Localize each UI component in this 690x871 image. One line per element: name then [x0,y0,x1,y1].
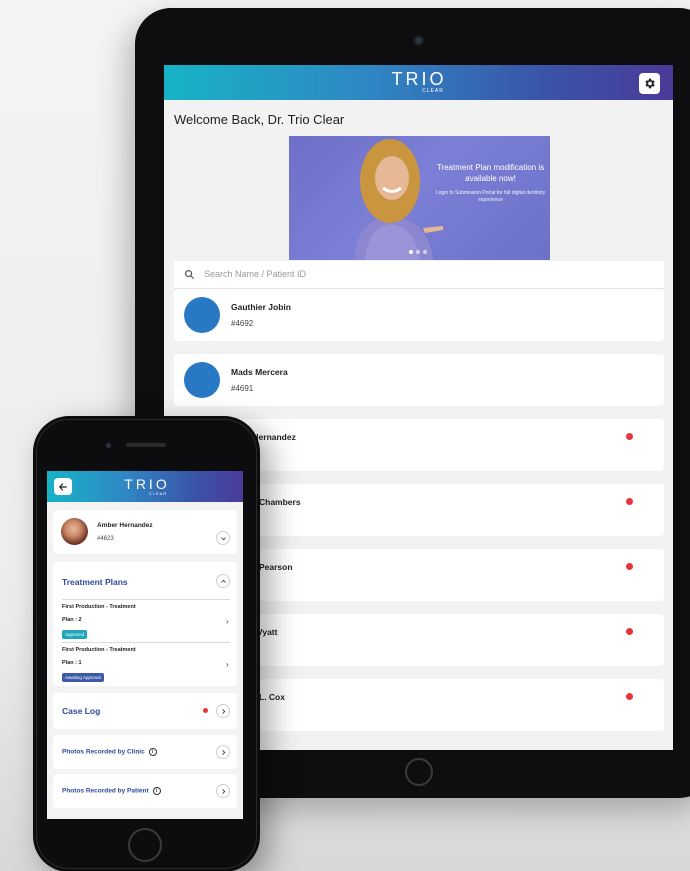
banner-photo-woman [355,139,443,260]
chevron-right-icon[interactable]: › [226,660,229,669]
alert-dot [626,628,633,635]
search-icon [185,270,195,280]
welcome-heading: Welcome Back, Dr. Trio Clear [174,112,345,127]
divider [62,599,230,600]
case-log-row[interactable]: Case Log [53,693,237,729]
settings-button[interactable] [639,73,660,94]
status-badge: Awaiting Approval [62,673,104,682]
divider [62,642,230,643]
phone-header: TRIO CLEAR [47,471,243,502]
carousel-dot[interactable] [409,250,413,254]
patient-name: Vyatt [257,627,278,637]
patient-card[interactable]: Mads Mercera #4691 [174,354,664,406]
phone-speaker [126,443,166,447]
patient-name: Chambers [259,497,301,507]
alert-dot [626,498,633,505]
patient-profile-card[interactable]: Amber Hernandez #4623 [53,510,237,554]
patient-card[interactable]: Gauthier Jobin #4692 [174,289,664,341]
tablet-header: TRIO CLEAR [164,65,673,100]
carousel-dot[interactable] [416,250,420,254]
phone-screen: TRIO CLEAR Amber Hernandez #4623 Treatme… [47,471,243,819]
open-patient-photos-button[interactable] [216,784,230,798]
tablet-home-button[interactable] [405,758,433,786]
arrow-left-icon [59,483,67,490]
tablet-camera [415,37,422,44]
treatment-plans-section: Treatment Plans First Production - Treat… [53,562,237,686]
avatar [184,297,220,333]
phone-camera [106,443,111,448]
alert-dot [203,708,208,713]
alert-dot [626,433,633,440]
photos-patient-row[interactable]: Photos Recorded by Patient i [53,774,237,808]
status-badge: Approved [62,630,88,639]
section-title: Photos Recorded by Patient i [62,787,161,795]
patient-name: Mads Mercera [231,367,288,377]
section-title: Case Log [62,706,101,716]
alert-dot [626,693,633,700]
chevron-right-icon [221,788,225,794]
phone-home-button[interactable] [128,828,162,862]
carousel-dot[interactable] [423,250,427,254]
carousel-dots[interactable] [409,250,427,254]
search-input[interactable]: Search Name / Patient ID [204,269,306,279]
chevron-right-icon [221,708,225,714]
collapse-plans-button[interactable] [216,574,230,588]
gear-icon [645,78,655,89]
info-icon[interactable]: i [148,748,157,756]
chevron-right-icon [221,749,225,755]
patient-name: Pearson [259,562,293,572]
section-title: Treatment Plans [62,577,128,587]
patient-id: #4691 [231,384,254,393]
patient-name: L. Cox [259,692,285,702]
chevron-right-icon[interactable]: › [226,617,229,626]
back-button[interactable] [54,478,72,495]
expand-profile-button[interactable] [216,531,230,545]
section-title: Photos Recorded by Clinic i [62,748,157,756]
patient-name: Gauthier Jobin [231,302,291,312]
chevron-up-icon [220,579,226,583]
treatment-plan-item[interactable]: First Production - Treatment Plan : 1 Aw… [62,647,230,684]
info-icon[interactable]: i [152,787,161,795]
open-clinic-photos-button[interactable] [216,745,230,759]
patient-id: #4692 [231,319,254,328]
trio-clear-logo: TRIO CLEAR [391,69,447,94]
promo-banner[interactable]: Treatment Plan modification is available… [289,136,550,260]
patient-name: Amber Hernandez [97,522,153,529]
chevron-down-icon [220,536,226,540]
alert-dot [626,563,633,570]
treatment-plan-item[interactable]: First Production - Treatment Plan : 2 Ap… [62,604,230,641]
trio-clear-logo: TRIO CLEAR [124,476,170,496]
banner-text: Treatment Plan modification is available… [435,163,546,203]
avatar [184,362,220,398]
photos-clinic-row[interactable]: Photos Recorded by Clinic i [53,735,237,769]
avatar [61,518,88,545]
phone-device: TRIO CLEAR Amber Hernandez #4623 Treatme… [33,416,260,871]
open-case-log-button[interactable] [216,704,230,718]
patient-id: #4623 [97,536,114,542]
patient-search[interactable]: Search Name / Patient ID [174,261,664,289]
